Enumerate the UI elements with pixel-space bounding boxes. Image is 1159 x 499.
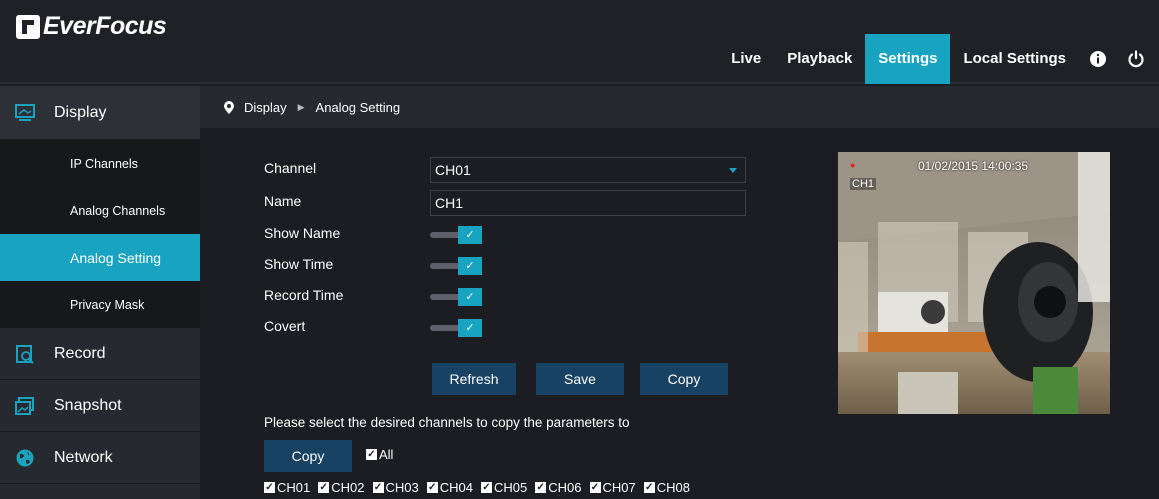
snapshot-icon: [15, 396, 34, 415]
channel-checkbox-ch06[interactable]: ✓ CH06: [535, 480, 582, 495]
sidebar-item-network[interactable]: Network: [0, 432, 200, 484]
sidebar-item-analog-setting[interactable]: Analog Setting: [0, 234, 200, 281]
sidebar-item-analog-channels[interactable]: Analog Channels: [0, 187, 200, 234]
checkbox-checked-icon: ✓: [318, 482, 330, 493]
checkbox-checked-icon: ✓: [366, 449, 377, 460]
channel-checkbox-ch04[interactable]: ✓ CH04: [426, 480, 473, 495]
channel-select-value: CH01: [435, 162, 471, 178]
top-bar: EverFocus Live Playback Settings Local S…: [0, 0, 1159, 84]
save-button[interactable]: Save: [536, 363, 624, 395]
nav-local-settings[interactable]: Local Settings: [950, 34, 1079, 84]
copy-instructions: Please select the desired channels to co…: [264, 415, 630, 430]
sidebar-item-label: Network: [54, 448, 113, 466]
channel-checkbox-label: CH07: [602, 480, 636, 495]
refresh-button[interactable]: Refresh: [432, 363, 516, 395]
show-time-toggle[interactable]: ✓: [430, 257, 482, 275]
checkbox-checked-icon: ✓: [643, 482, 655, 493]
osd-timestamp: 01/02/2015 14:00:35: [918, 159, 1029, 173]
checkbox-checked-icon: ✓: [589, 482, 601, 493]
name-label: Name: [264, 193, 302, 209]
globe-icon: [16, 449, 34, 466]
logo-text: EverFocus: [43, 12, 167, 40]
show-name-toggle[interactable]: ✓: [430, 226, 482, 244]
check-icon: ✓: [458, 288, 482, 306]
channel-checkbox-label: CH04: [439, 480, 473, 495]
sidebar-item-record[interactable]: Record: [0, 328, 200, 380]
camera-image: [838, 152, 1110, 414]
nav-live[interactable]: Live: [718, 34, 774, 84]
record-icon: [16, 344, 34, 364]
breadcrumb-current: Analog Setting: [315, 99, 401, 115]
checkbox-checked-icon: ✓: [481, 482, 492, 493]
channel-checkbox-list: ✓ CH01 ✓ CH02 ✓ CH03 ✓ CH04 ✓ CH05 ✓ CH06 ✓ CH0…: [264, 480, 698, 495]
logo-mark-icon: [16, 14, 40, 39]
analog-setting-panel: Channel CH01 Name CH1 Show Name ✓ Show T…: [200, 128, 1159, 499]
sidebar-item-display[interactable]: Display: [0, 86, 200, 140]
channel-select[interactable]: CH01: [430, 157, 746, 183]
channel-checkbox-label: CH08: [656, 480, 690, 495]
monitor-icon: [15, 103, 35, 121]
channel-label: Channel: [264, 160, 317, 176]
osd-channel-name: CH1: [850, 178, 877, 190]
nav-settings[interactable]: Settings: [865, 34, 951, 84]
record-time-toggle[interactable]: ✓: [430, 288, 482, 306]
sidebar-item-ip-channels[interactable]: IP Channels: [0, 140, 200, 187]
main-nav: Live Playback Settings Local Settings: [718, 34, 1159, 84]
nav-playback[interactable]: Playback: [774, 34, 865, 84]
info-icon[interactable]: [1089, 50, 1107, 68]
sidebar-item-label: Display: [54, 103, 107, 121]
channel-checkbox-ch07[interactable]: ✓ CH07: [589, 480, 636, 495]
sidebar-item-snapshot[interactable]: Snapshot: [0, 380, 200, 432]
sidebar-item-label: Record: [54, 344, 106, 362]
location-pin-icon: [224, 100, 234, 114]
everfocus-logo: EverFocus: [16, 12, 167, 41]
checkbox-checked-icon: ✓: [264, 482, 275, 493]
channel-checkbox-label: CH03: [385, 480, 419, 495]
select-all-checkbox[interactable]: ✓ All: [366, 447, 393, 462]
check-icon: ✓: [458, 257, 482, 275]
channel-checkbox-label: CH02: [331, 480, 365, 495]
channel-checkbox-label: CH06: [548, 480, 582, 495]
checkbox-checked-icon: ✓: [535, 482, 547, 493]
check-icon: ✓: [458, 226, 482, 244]
copy-to-channels-button[interactable]: Copy: [264, 440, 352, 472]
channel-checkbox-ch05[interactable]: ✓ CH05: [481, 480, 527, 495]
show-time-label: Show Time: [264, 256, 334, 272]
breadcrumb-arrow-icon: ▶: [297, 101, 305, 112]
channel-preview: ● 01/02/2015 14:00:35 CH1: [838, 152, 1110, 414]
covert-toggle[interactable]: ✓: [430, 319, 482, 337]
channel-checkbox-ch01[interactable]: ✓ CH01: [264, 480, 310, 495]
checkbox-checked-icon: ✓: [372, 482, 384, 493]
breadcrumb: Display ▶ Analog Setting: [200, 86, 1159, 128]
select-all-label: All: [379, 447, 394, 462]
copy-button[interactable]: Copy: [640, 363, 728, 395]
show-name-label: Show Name: [264, 225, 341, 241]
recording-indicator-icon: ●: [850, 160, 856, 170]
channel-checkbox-label: CH05: [494, 480, 528, 495]
checkbox-checked-icon: ✓: [426, 482, 438, 493]
channel-checkbox-ch02[interactable]: ✓ CH02: [318, 480, 365, 495]
power-icon[interactable]: [1127, 50, 1145, 68]
channel-checkbox-ch08[interactable]: ✓ CH08: [643, 480, 690, 495]
record-time-label: Record Time: [264, 287, 344, 303]
name-input[interactable]: CH1: [430, 190, 746, 216]
chevron-down-icon: [729, 168, 737, 173]
channel-checkbox-label: CH01: [277, 480, 311, 495]
covert-label: Covert: [264, 318, 306, 334]
sidebar-item-privacy-mask[interactable]: Privacy Mask: [0, 281, 200, 328]
sidebar: Display IP Channels Analog Channels Anal…: [0, 86, 200, 499]
channel-checkbox-ch03[interactable]: ✓ CH03: [372, 480, 419, 495]
breadcrumb-root[interactable]: Display: [244, 100, 287, 115]
check-icon: ✓: [458, 319, 482, 337]
sidebar-item-label: Snapshot: [54, 396, 122, 414]
